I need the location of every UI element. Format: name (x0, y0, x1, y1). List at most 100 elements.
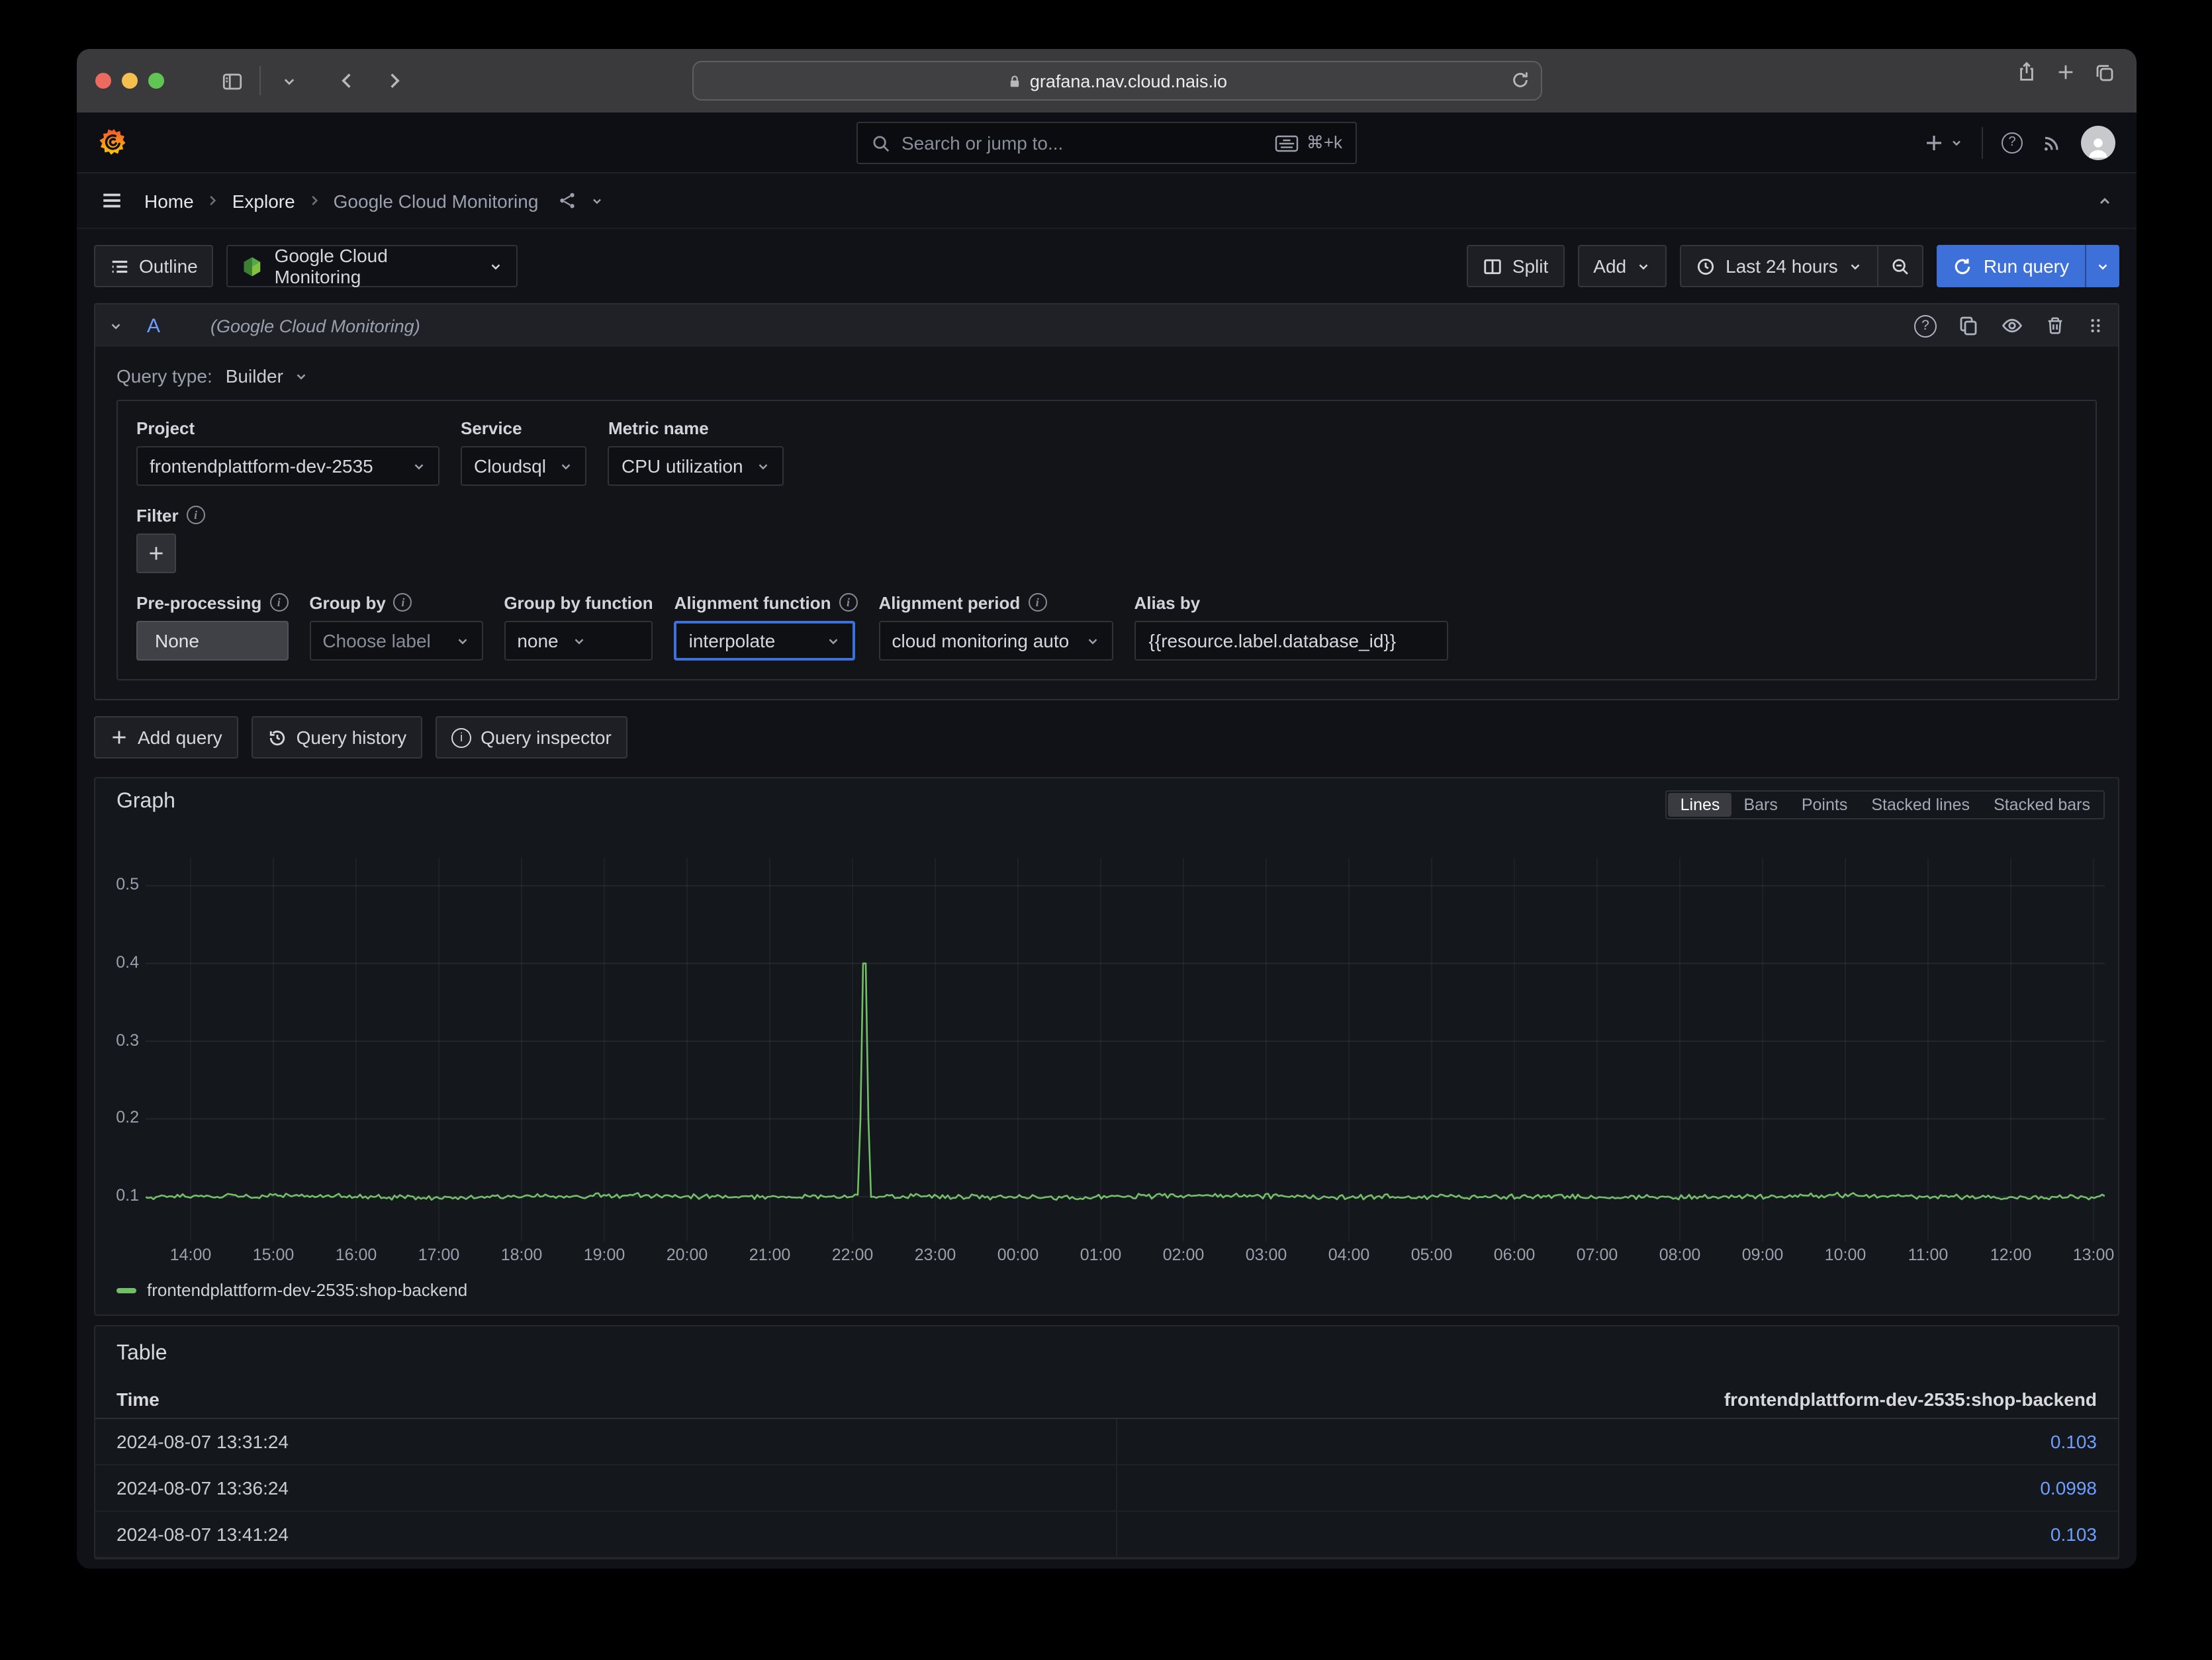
share-icon[interactable] (2016, 61, 2037, 83)
x-tick-label: 16:00 (323, 1246, 389, 1264)
info-icon[interactable]: i (269, 593, 288, 612)
run-query-button[interactable]: Run query (1937, 245, 2119, 287)
x-tick-label: 11:00 (1895, 1246, 1961, 1264)
service-select[interactable]: Cloudsql (461, 446, 587, 486)
share-alt-icon[interactable] (557, 191, 576, 210)
forward-icon[interactable] (375, 61, 414, 101)
group-by-function-select[interactable]: none (504, 621, 653, 661)
chevron-down-icon (1950, 136, 1963, 149)
breadcrumb-explore[interactable]: Explore (232, 190, 295, 211)
alias-by-label: Alias by (1134, 592, 1448, 613)
tab-stacked-lines[interactable]: Stacked lines (1859, 793, 1982, 817)
refresh-icon (1953, 256, 1973, 276)
add-button[interactable]: Add (1577, 245, 1666, 287)
back-icon[interactable] (327, 61, 367, 101)
datasource-picker[interactable]: Google Cloud Monitoring (227, 245, 518, 287)
grafana-logo-icon[interactable] (98, 126, 130, 158)
new-menu-button[interactable] (1923, 132, 1963, 153)
table-row: 2024-08-07 13:31:24 0.103 (95, 1419, 2118, 1465)
table-cell-value[interactable]: 0.0998 (1117, 1465, 2097, 1510)
y-tick-label: 0.4 (95, 953, 139, 972)
metric-name-select[interactable]: CPU utilization (608, 446, 784, 486)
add-filter-button[interactable] (136, 533, 176, 573)
table-cell-value[interactable]: 0.103 (1117, 1512, 2097, 1557)
time-range-picker[interactable]: Last 24 hours (1681, 246, 1878, 286)
alias-by-input[interactable]: {{resource.label.database_id}} (1134, 621, 1448, 661)
duplicate-query-icon[interactable] (1958, 315, 1979, 336)
news-rss-icon[interactable] (2041, 132, 2062, 153)
query-type-select[interactable]: Builder (226, 365, 308, 387)
project-select[interactable]: frontendplattform-dev-2535 (136, 446, 439, 486)
address-bar[interactable]: grafana.nav.cloud.nais.io (692, 61, 1542, 101)
query-type-label: Query type: (116, 365, 212, 387)
mega-menu-icon[interactable] (101, 189, 123, 212)
query-inspector-button[interactable]: i Query inspector (436, 716, 627, 759)
graph-canvas (146, 858, 2105, 1242)
table-cell-time: 2024-08-07 13:41:24 (116, 1524, 1117, 1545)
zoom-window-button[interactable] (148, 73, 164, 89)
sidebar-toggle-icon[interactable] (212, 61, 252, 101)
url-text: grafana.nav.cloud.nais.io (1030, 71, 1227, 91)
new-tab-icon[interactable] (2056, 62, 2076, 82)
tab-group-chevron-icon[interactable] (269, 61, 308, 101)
outline-button[interactable]: Outline (94, 245, 214, 287)
time-range-group: Last 24 hours (1679, 245, 1924, 287)
graph-plot[interactable] (146, 858, 2105, 1242)
chevron-right-icon (207, 195, 219, 207)
breadcrumb-current: Google Cloud Monitoring (334, 190, 539, 211)
x-tick-label: 21:00 (737, 1246, 803, 1264)
table-cell-value[interactable]: 0.103 (1117, 1419, 2097, 1464)
preprocessing-none-button[interactable]: None (136, 621, 288, 661)
info-icon[interactable]: i (839, 593, 858, 612)
query-footer-actions: Add query Query history i Query inspecto… (77, 700, 2137, 759)
alignment-function-select[interactable]: interpolate (674, 621, 856, 661)
x-tick-label: 18:00 (488, 1246, 555, 1264)
keyboard-icon (1275, 134, 1299, 152)
info-icon[interactable]: i (394, 593, 412, 612)
info-icon[interactable]: i (1028, 593, 1046, 612)
graph-legend[interactable]: frontendplattform-dev-2535:shop-backend (116, 1280, 467, 1300)
table-header-series[interactable]: frontendplattform-dev-2535:shop-backend (1117, 1388, 2097, 1409)
hide-response-eye-icon[interactable] (2000, 315, 2024, 336)
alignment-period-select[interactable]: cloud monitoring auto (879, 621, 1113, 661)
query-history-button[interactable]: Query history (252, 716, 423, 759)
breadcrumb-home[interactable]: Home (144, 190, 194, 211)
graph-y-axis: 0.10.20.30.40.5 (95, 858, 139, 1242)
x-tick-label: 06:00 (1481, 1246, 1547, 1264)
browser-window: grafana.nav.cloud.nais.io (77, 49, 2137, 1569)
close-window-button[interactable] (95, 73, 111, 89)
split-button[interactable]: Split (1467, 245, 1564, 287)
legend-series-color (116, 1287, 136, 1293)
delete-query-trash-icon[interactable] (2045, 315, 2065, 336)
alignment-function-label: Alignment function (674, 592, 831, 612)
reload-icon[interactable] (1510, 70, 1530, 90)
table-cell-time: 2024-08-07 13:31:24 (116, 1431, 1117, 1452)
legend-series-label[interactable]: frontendplattform-dev-2535:shop-backend (147, 1280, 467, 1300)
collapse-panel-chevron-icon[interactable] (2097, 193, 2113, 208)
run-query-options[interactable] (2085, 245, 2119, 287)
chevron-down-icon[interactable] (109, 318, 123, 333)
group-by-select[interactable]: Choose label (309, 621, 483, 661)
user-avatar[interactable] (2081, 125, 2115, 160)
zoom-out-time-button[interactable] (1878, 246, 1923, 286)
y-tick-label: 0.1 (95, 1186, 139, 1205)
info-icon[interactable]: i (187, 506, 205, 524)
chevron-down-icon (572, 633, 586, 648)
chevron-down-icon (1849, 259, 1863, 273)
tab-lines[interactable]: Lines (1669, 793, 1732, 817)
search-icon (871, 133, 891, 153)
query-help-icon[interactable]: ? (1914, 314, 1937, 337)
tab-stacked-bars[interactable]: Stacked bars (1982, 793, 2102, 817)
help-icon[interactable]: ? (2002, 132, 2023, 153)
minimize-window-button[interactable] (122, 73, 138, 89)
query-row-header[interactable]: A (Google Cloud Monitoring) ? (95, 304, 2118, 347)
table-header-time[interactable]: Time (116, 1388, 1117, 1409)
tab-points[interactable]: Points (1790, 793, 1860, 817)
add-query-button[interactable]: Add query (94, 716, 238, 759)
tab-overview-icon[interactable] (2094, 62, 2115, 83)
tab-bars[interactable]: Bars (1731, 793, 1789, 817)
search-shortcut: ⌘+k (1275, 132, 1342, 154)
search-input[interactable]: Search or jump to... ⌘+k (856, 122, 1357, 164)
chevron-down-icon[interactable] (590, 194, 603, 207)
drag-handle-icon[interactable] (2086, 315, 2105, 336)
